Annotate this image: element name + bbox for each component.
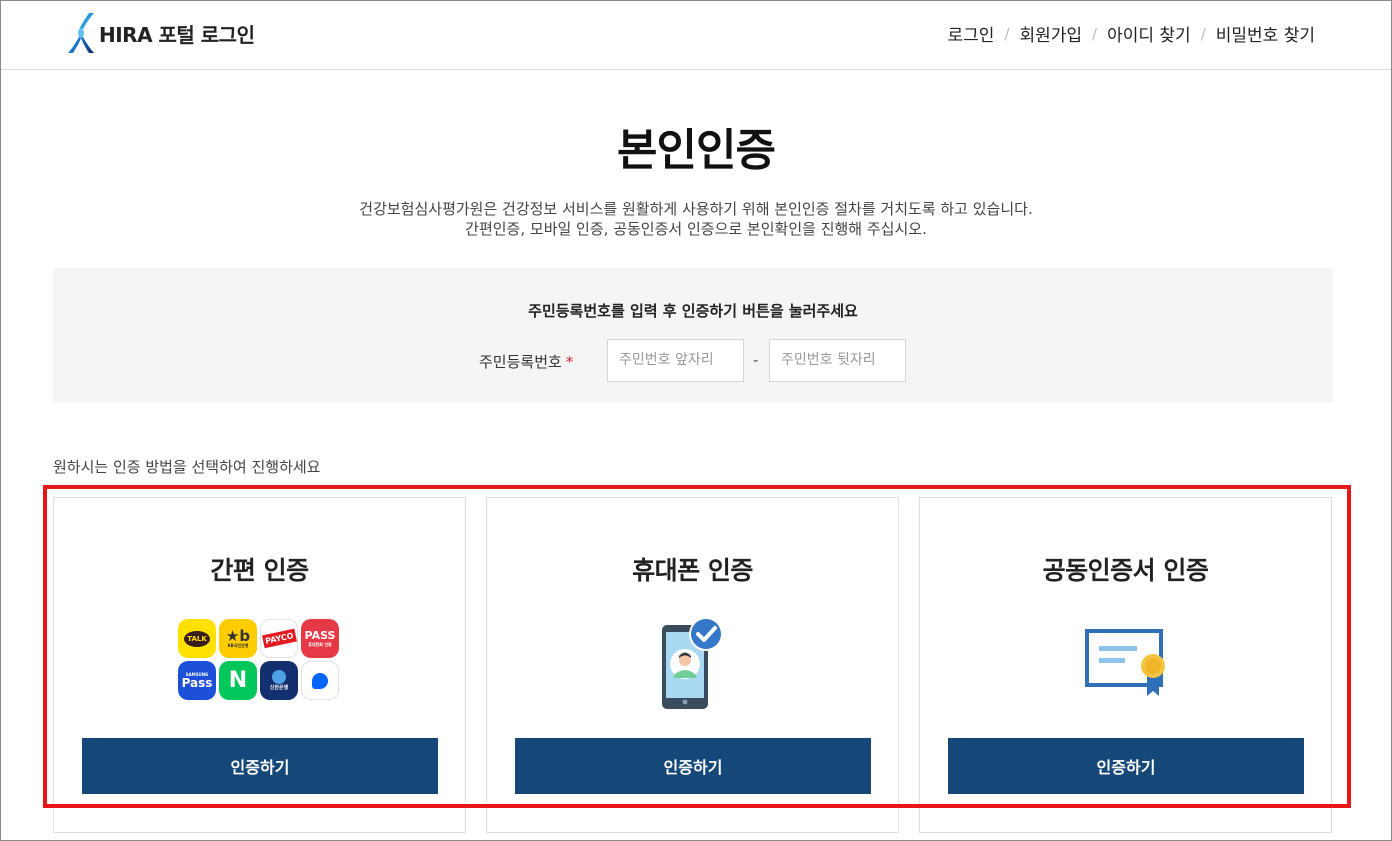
logo-text: HIRA 포털 로그인 [99,22,255,47]
description-line-2: 간편인증, 모바일 인증, 공동인증서 인증으로 본인확인을 진행해 주십시오. [465,220,927,238]
card-title: 공동인증서 인증 [1042,556,1209,585]
page-title: 본인인증 [617,125,776,176]
certificate-auth-card: 공동인증서 인증 인증하기 [919,497,1332,833]
simple-auth-card: 간편 인증 TALK ★b KB국민은행 PAYCO PASS 휴대전화 인증 SAMSUN… [53,497,466,833]
hira-logo-icon [68,13,94,53]
pass-app-icon: PASS 휴대전화 인증 [301,619,339,658]
shinhan-bank-app-icon: 신한은행 [260,661,298,700]
page-description: 건강보험심사평가원은 건강정보 서비스를 원활하게 사용하기 위해 본인인증 절… [0,199,1392,239]
nav-separator: / [1200,24,1206,43]
rrn-label: 주민등록번호 * [479,351,573,372]
kb-bank-app-icon: ★b KB국민은행 [219,619,257,658]
description-line-1: 건강보험심사평가원은 건강정보 서비스를 원활하게 사용하기 위해 본인인증 절… [359,200,1033,218]
method-prompt: 원하시는 인증 방법을 선택하여 진행하세요 [53,458,321,476]
card-title: 휴대폰 인증 [632,556,753,585]
mobile-auth-card: 휴대폰 인증 인증하기 [486,497,899,833]
samsung-pass-app-icon: SAMSUNG Pass [178,661,216,700]
mobile-phone-check-icon [662,617,723,709]
nav-find-password-link[interactable]: 비밀번호 찾기 [1216,21,1315,46]
nav-signup-link[interactable]: 회원가입 [1019,21,1082,46]
nav-login-link[interactable]: 로그인 [947,21,994,46]
rrn-label-text: 주민등록번호 [479,353,562,371]
naver-app-icon: N [219,661,257,700]
kakao-talk-app-icon: TALK [178,619,216,658]
hira-logo[interactable]: HIRA 포털 로그인 [65,11,255,55]
nav-find-id-link[interactable]: 아이디 찾기 [1107,21,1191,46]
rrn-dash: - [753,351,759,369]
certificate-icon [1085,629,1165,696]
required-mark: * [565,353,574,371]
mobile-auth-button[interactable]: 인증하기 [515,738,871,794]
payco-app-icon: PAYCO [260,619,298,658]
toss-app-icon [301,661,339,700]
simple-auth-button[interactable]: 인증하기 [82,738,438,794]
top-nav: 로그인 / 회원가입 / 아이디 찾기 / 비밀번호 찾기 [947,21,1315,47]
rrn-entry-panel: 주민등록번호를 입력 후 인증하기 버튼을 눌러주세요 주민등록번호 * 주민번호… [53,268,1333,402]
header: HIRA 포털 로그인 로그인 / 회원가입 / 아이디 찾기 / 비밀번호 찾… [1,1,1391,70]
simple-auth-apps-icon: TALK ★b KB국민은행 PAYCO PASS 휴대전화 인증 SAMSUNG Pass N… [178,619,342,700]
certificate-auth-button[interactable]: 인증하기 [948,738,1304,794]
rrn-front-input[interactable]: 주민번호 앞자리 [607,339,744,382]
rrn-guide-text: 주민등록번호를 입력 후 인증하기 버튼을 눌러주세요 [528,302,858,320]
rrn-back-input[interactable]: 주민번호 뒷자리 [769,339,906,382]
nav-separator: / [1092,24,1098,43]
card-title: 간편 인증 [210,556,309,585]
nav-separator: / [1004,24,1010,43]
